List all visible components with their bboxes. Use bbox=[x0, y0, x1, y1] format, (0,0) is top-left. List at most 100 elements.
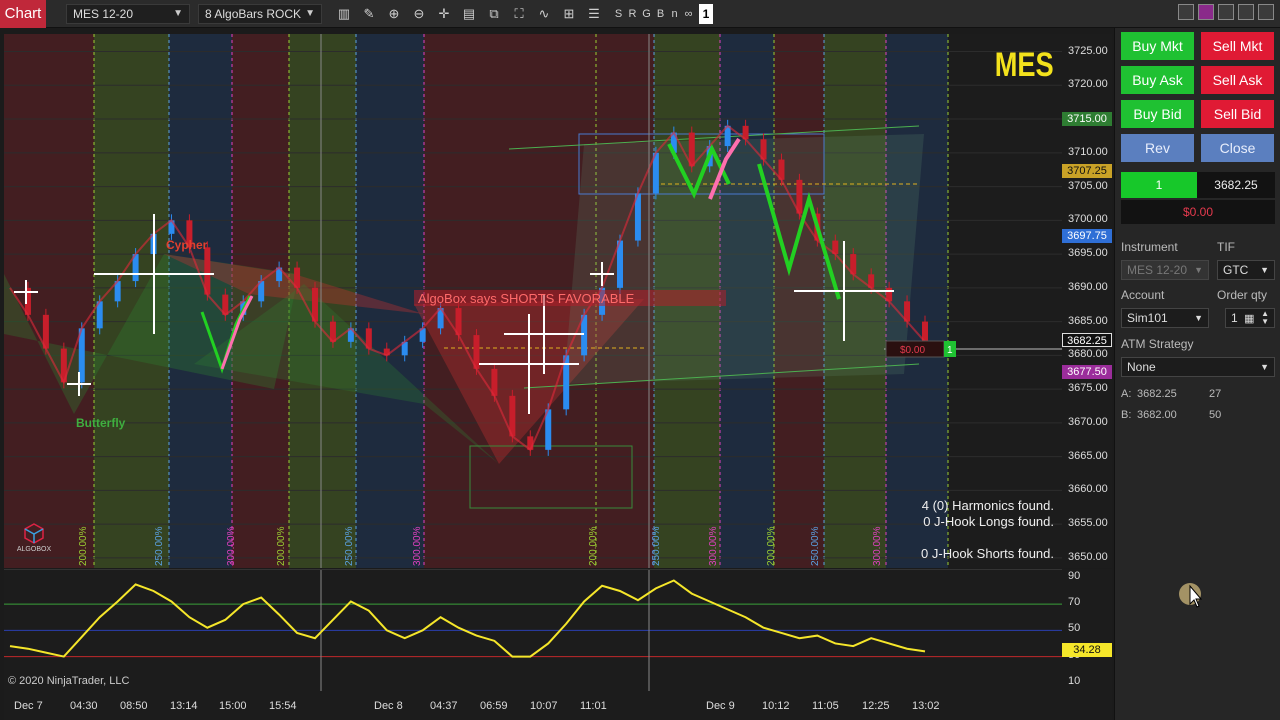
account-select-value: Sim101 bbox=[1127, 311, 1168, 325]
toolbar-letter-button-1[interactable]: R bbox=[626, 3, 639, 25]
sell-bid-button[interactable]: Sell Bid bbox=[1201, 100, 1274, 128]
price-tick-0: 3725.00 bbox=[1068, 44, 1108, 57]
price-tick-3: 3710.00 bbox=[1068, 145, 1108, 158]
window-controls bbox=[1178, 4, 1274, 20]
zoom-in-icon[interactable]: ⊕ bbox=[383, 3, 405, 25]
maximize-icon[interactable] bbox=[1238, 4, 1254, 20]
ask-label: A: bbox=[1121, 388, 1132, 400]
position-price: 3682.25 bbox=[1197, 172, 1275, 198]
chart-qty-text: 1 bbox=[947, 345, 953, 356]
color-icon[interactable] bbox=[1198, 4, 1214, 20]
buy-bid-button[interactable]: Buy Bid bbox=[1121, 100, 1194, 128]
time-axis[interactable]: Dec 7 04:30 08:50 13:14 15:00 15:54 Dec 8 04:37… bbox=[4, 691, 1112, 720]
time-tick-4: 15:00 bbox=[219, 700, 247, 712]
minimize-icon[interactable] bbox=[1218, 4, 1234, 20]
sell-ask-button[interactable]: Sell Ask bbox=[1201, 66, 1274, 94]
price-tick-9: 3680.00 bbox=[1068, 348, 1108, 361]
oscillator-line bbox=[9, 579, 926, 658]
bid-price: 3682.00 bbox=[1137, 409, 1177, 421]
rev-button[interactable]: Rev bbox=[1121, 134, 1194, 162]
jhook-shorts-info: 0 J-Hook Shorts found. bbox=[921, 546, 1054, 561]
price-badge-3: 3682.25 bbox=[1062, 333, 1112, 348]
price-tick-14: 3655.00 bbox=[1068, 517, 1108, 530]
toolbar-letter-buttons: S R G Bn ∞ bbox=[611, 3, 695, 25]
order-qty-stepper[interactable]: 1 ▦ ▲ ▼ bbox=[1225, 308, 1275, 328]
zone-percent-label-6: 200.00% bbox=[588, 526, 599, 566]
instrument-selector[interactable]: MES 12-20 ▼ bbox=[66, 3, 190, 24]
time-tick-2: 08:50 bbox=[120, 700, 148, 712]
osc-tick-1: 70 bbox=[1068, 596, 1081, 609]
bar-chart-icon[interactable]: ▥ bbox=[333, 3, 355, 25]
tif-select[interactable]: GTC ▼ bbox=[1217, 260, 1275, 280]
instrument-field[interactable]: MES 12-20 ▼ bbox=[1121, 260, 1209, 280]
stepper-arrows-icon[interactable]: ▲ ▼ bbox=[1261, 310, 1269, 326]
toolbar-letter-button-4[interactable]: n bbox=[668, 3, 681, 25]
buy-ask-button[interactable]: Buy Ask bbox=[1121, 66, 1194, 94]
close-icon[interactable] bbox=[1258, 4, 1274, 20]
chart-tab[interactable]: Chart bbox=[0, 0, 46, 28]
ask-price: 3682.25 bbox=[1137, 388, 1177, 400]
sell-mkt-button[interactable]: Sell Mkt bbox=[1201, 32, 1274, 60]
price-tick-15: 3650.00 bbox=[1068, 550, 1108, 563]
keypad-icon[interactable]: ▦ bbox=[1244, 312, 1254, 325]
oscillator-axis[interactable]: 907050301034.28 bbox=[1062, 569, 1112, 691]
position-pnl: $0.00 bbox=[1121, 200, 1275, 224]
price-tick-6: 3695.00 bbox=[1068, 247, 1108, 260]
zone-percent-label-1: 250.00% bbox=[154, 526, 165, 566]
price-chart-canvas: AlgoBox says SHORTS FAVORABLE Cypher Butte… bbox=[4, 34, 1062, 568]
account-select[interactable]: Sim101 ▼ bbox=[1121, 308, 1209, 328]
chart-pnl-text: $0.00 bbox=[900, 345, 925, 356]
bar-type-value: 8 AlgoBars ROCK bbox=[205, 6, 302, 21]
time-tick-0: Dec 7 bbox=[14, 700, 43, 712]
price-tick-11: 3670.00 bbox=[1068, 415, 1108, 428]
toolbar-letter-button-3[interactable]: B bbox=[654, 3, 667, 25]
oscillator-canvas bbox=[4, 570, 1062, 691]
indicator-icon[interactable]: ∿ bbox=[533, 3, 555, 25]
time-tick-3: 13:14 bbox=[170, 700, 198, 712]
time-tick-15: 13:02 bbox=[912, 700, 940, 712]
template-icon[interactable]: ⊞ bbox=[558, 3, 580, 25]
time-tick-8: 06:59 bbox=[480, 700, 508, 712]
strategy-icon[interactable]: ⧉ bbox=[483, 3, 505, 25]
oscillator-panel[interactable]: © 2020 NinjaTrader, LLC bbox=[4, 569, 1062, 691]
chevron-down-icon: ▼ bbox=[1194, 313, 1203, 323]
atm-strategy-select[interactable]: None ▼ bbox=[1121, 357, 1275, 377]
zone-percent-label-9: 200.00% bbox=[766, 526, 777, 566]
time-tick-5: 15:54 bbox=[269, 700, 297, 712]
position-display: 1 3682.25 bbox=[1121, 172, 1275, 198]
toolbar-letter-button-5[interactable]: ∞ bbox=[682, 3, 695, 25]
price-axis[interactable]: 3725.00 3720.00 3715.00 3710.00 3705.00 3700.… bbox=[1062, 34, 1112, 568]
bar-type-selector[interactable]: 8 AlgoBars ROCK ▼ bbox=[198, 3, 322, 24]
zone-percent-label-7: 250.00% bbox=[651, 526, 662, 566]
price-badge-4: 3677.50 bbox=[1062, 365, 1112, 380]
zoom-out-icon[interactable]: ⊖ bbox=[408, 3, 430, 25]
price-tick-5: 3700.00 bbox=[1068, 213, 1108, 226]
price-tick-12: 3665.00 bbox=[1068, 449, 1108, 462]
account-label: Account bbox=[1121, 288, 1165, 302]
selected-number-button[interactable]: 1 bbox=[699, 3, 713, 24]
close-position-button[interactable]: Close bbox=[1201, 134, 1274, 162]
instrument-selector-value: MES 12-20 bbox=[73, 6, 134, 21]
price-chart[interactable]: AlgoBox says SHORTS FAVORABLE Cypher Butte… bbox=[4, 34, 1062, 568]
instrument-label: Instrument bbox=[1121, 240, 1178, 254]
list-icon[interactable]: ☰ bbox=[583, 3, 605, 25]
time-tick-9: 10:07 bbox=[530, 700, 558, 712]
position-qty: 1 bbox=[1121, 172, 1197, 198]
jhook-longs-info: 0 J-Hook Longs found. bbox=[923, 514, 1054, 529]
crosshair-icon[interactable]: ✛ bbox=[433, 3, 455, 25]
restore-icon[interactable] bbox=[1178, 4, 1194, 20]
zone-percent-label-8: 300.00% bbox=[708, 526, 719, 566]
algobox-logo: ALGOBOX bbox=[8, 522, 60, 556]
order-qty-value: 1 bbox=[1231, 311, 1238, 325]
price-badge-0: 3715.00 bbox=[1062, 112, 1112, 127]
properties-icon[interactable]: ▤ bbox=[458, 3, 480, 25]
buy-mkt-button[interactable]: Buy Mkt bbox=[1121, 32, 1194, 60]
time-tick-10: 11:01 bbox=[580, 700, 607, 712]
toolbar-letter-button-0[interactable]: S bbox=[612, 3, 625, 25]
pencil-icon[interactable]: ✎ bbox=[358, 3, 380, 25]
time-tick-12: 10:12 bbox=[762, 700, 790, 712]
osc-tick-4: 10 bbox=[1068, 674, 1081, 687]
scale-icon[interactable]: ⛶ bbox=[508, 3, 530, 25]
algobox-logo-text: ALGOBOX bbox=[16, 546, 52, 553]
toolbar-letter-button-2[interactable]: G bbox=[640, 3, 653, 25]
